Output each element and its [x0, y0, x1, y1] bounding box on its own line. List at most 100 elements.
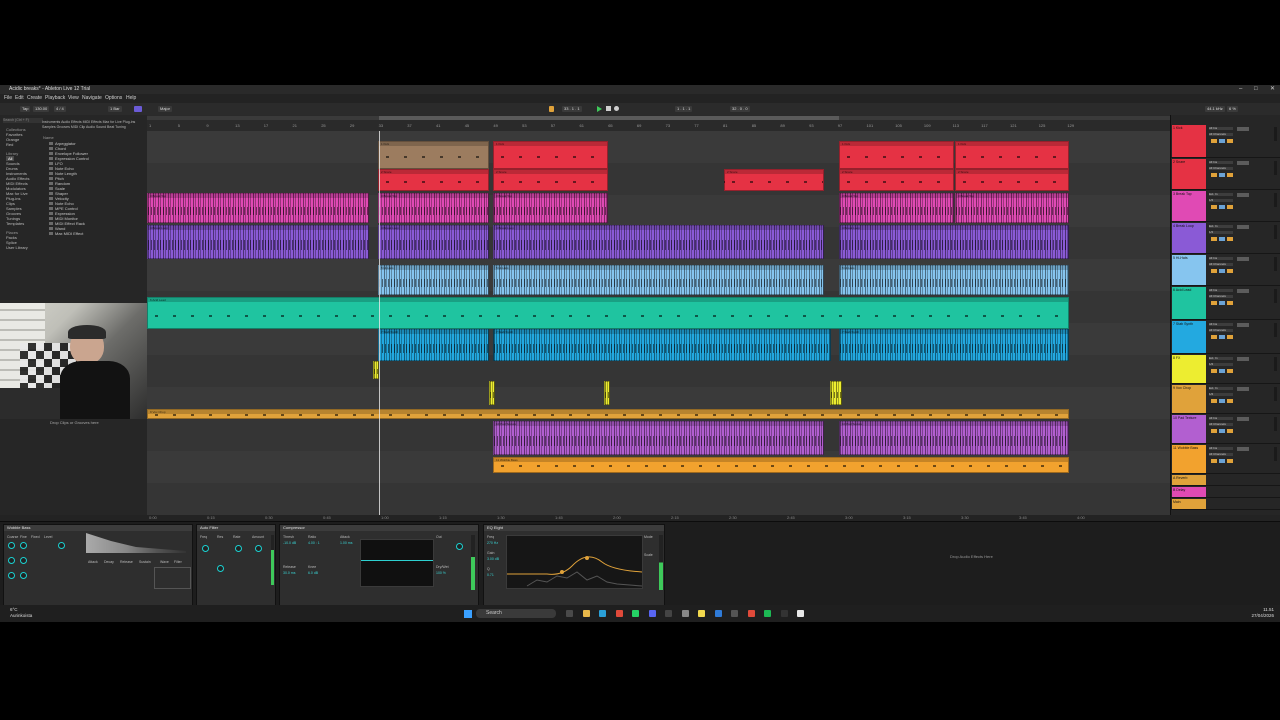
loop-start-field[interactable]: 1 . 1 . 1	[675, 106, 693, 112]
track-header[interactable]: 10 Pad Texture All Ins All Channels	[1171, 415, 1280, 444]
clip[interactable]: 4 Break Loop	[378, 225, 489, 259]
clip[interactable]: 10 Pad Texture	[839, 421, 1069, 455]
track-header[interactable]: 6 Acid Lead All Ins All Channels	[1171, 287, 1280, 320]
solo-button[interactable]	[1219, 399, 1225, 403]
clip[interactable]: 5 Hi-Hats	[378, 265, 489, 295]
track-name[interactable]: 4 Break Loop	[1172, 223, 1206, 253]
minimize-button[interactable]: –	[1239, 85, 1242, 94]
input-channel-menu[interactable]: 1/2	[1209, 363, 1233, 366]
browser-subtab-tuning[interactable]: Tuning	[115, 125, 126, 129]
volume-field[interactable]	[1237, 127, 1249, 131]
device-eq-eight[interactable]: EQ Eight Freq 270 Hz Gain 3.00 dB Q 0.71…	[483, 524, 665, 606]
input-type-menu[interactable]: All Ins	[1209, 161, 1233, 164]
input-channel-menu[interactable]: 1/2	[1209, 199, 1233, 202]
category-templates[interactable]: Templates	[6, 221, 24, 226]
terminal-icon[interactable]	[780, 610, 788, 617]
browser-tab-plugins[interactable]: Plug-ins	[123, 120, 136, 124]
place-user-library[interactable]: User Library	[6, 245, 28, 250]
track-header[interactable]: 5 Hi-Hats All Ins All Channels	[1171, 255, 1280, 286]
arm-button[interactable]	[1227, 429, 1233, 433]
rate-knob[interactable]	[235, 545, 242, 552]
browser-item[interactable]: Max MIDI Effect	[55, 231, 83, 236]
input-type-menu[interactable]: All Ins	[1209, 289, 1233, 292]
arm-button[interactable]	[1227, 459, 1233, 463]
arm-button[interactable]	[1227, 335, 1233, 339]
track-header[interactable]: 1 Kick All Ins All Channels	[1171, 125, 1280, 158]
input-channel-menu[interactable]: All Channels	[1209, 167, 1233, 170]
browser-tab-audio-effects[interactable]: Audio Effects	[61, 120, 82, 124]
stop-icon[interactable]	[606, 106, 611, 111]
clip[interactable]: 2 Snare	[378, 169, 489, 191]
loop-length-field[interactable]: 32 . 0 . 0	[730, 106, 750, 112]
volume-field[interactable]	[1237, 447, 1249, 451]
coarse-knob-2[interactable]	[8, 557, 15, 564]
arm-button[interactable]	[1227, 205, 1233, 209]
clip[interactable]: 1 Kick	[839, 141, 954, 169]
track-header[interactable]: A Reverb	[1171, 475, 1280, 486]
file-explorer-icon[interactable]	[582, 610, 590, 617]
weather-widget[interactable]: 6°C Aurinkoista	[10, 607, 32, 619]
track-name[interactable]: B Delay	[1172, 487, 1206, 497]
clip[interactable]: 4 Break Loop	[839, 225, 1069, 259]
eq-band-point[interactable]	[585, 556, 589, 560]
obs-icon[interactable]	[665, 610, 672, 617]
compressor-display[interactable]	[360, 539, 434, 587]
eq-display[interactable]	[506, 535, 643, 589]
track-activator-button[interactable]	[1211, 139, 1217, 143]
track-activator-button[interactable]	[1211, 301, 1217, 305]
device-compressor[interactable]: Compressor Thresh Ratio Attack Release K…	[279, 524, 479, 606]
track-name[interactable]: 9 Vox Chop	[1172, 385, 1206, 413]
track-activator-button[interactable]	[1211, 429, 1217, 433]
volume-field[interactable]	[1237, 161, 1249, 165]
input-channel-menu[interactable]: All Channels	[1209, 295, 1233, 298]
solo-button[interactable]	[1219, 173, 1225, 177]
browser-subtab-sound[interactable]: Sound	[96, 125, 106, 129]
solo-button[interactable]	[1219, 335, 1225, 339]
attack-value[interactable]: 1.00 ms	[340, 541, 352, 545]
photos-icon[interactable]	[714, 610, 722, 617]
dry-wet-value[interactable]: 100 %	[436, 571, 446, 575]
track-header[interactable]: 11 Wobble Bass All Ins All Channels	[1171, 445, 1280, 474]
clip[interactable]: 3 Break Top	[955, 193, 1069, 223]
track-name[interactable]: 8 FX	[1172, 355, 1206, 383]
menu-edit[interactable]: Edit	[15, 95, 24, 101]
track-name[interactable]: 7 Stab Synth	[1172, 321, 1206, 353]
browser-tab-max-for-live[interactable]: Max for Live	[103, 120, 122, 124]
solo-button[interactable]	[1219, 205, 1225, 209]
browser-subtab-samples[interactable]: Samples	[42, 125, 56, 129]
input-channel-menu[interactable]: All Channels	[1209, 453, 1233, 456]
clip[interactable]	[830, 381, 842, 405]
browser-subtab-midi-clip[interactable]: MIDI Clip	[71, 125, 85, 129]
clip[interactable]: 7 Stab Synth	[493, 329, 831, 361]
track-name[interactable]: Main	[1172, 499, 1206, 509]
clip[interactable]: 6 Acid Lead	[147, 297, 1069, 329]
arrangement-ruler[interactable]: 1 5 9 13 17 21 25 29 33 37 41 45 49 53 57 61 65 69 73 77 81 8…	[147, 115, 1170, 132]
clip[interactable]: 1 Kick	[493, 141, 608, 169]
fine-knob[interactable]	[20, 542, 27, 549]
input-type-menu[interactable]: All Ins	[1209, 417, 1233, 420]
input-type-menu[interactable]: All Ins	[1209, 127, 1233, 130]
solo-button[interactable]	[1219, 139, 1225, 143]
clip[interactable]: 2 Snare	[839, 169, 954, 191]
clip[interactable]: 3 Break Top	[839, 193, 954, 223]
browser-tab-midi-effects[interactable]: MIDI Effects	[83, 120, 102, 124]
clip[interactable]: 3 Break Top	[147, 193, 369, 223]
close-button[interactable]: ✕	[1270, 85, 1275, 94]
arm-button[interactable]	[1227, 173, 1233, 177]
arm-button[interactable]	[1227, 237, 1233, 241]
release-value[interactable]: 30.0 ms	[283, 571, 295, 575]
solo-button[interactable]	[1219, 269, 1225, 273]
solo-button[interactable]	[1219, 459, 1225, 463]
overview-viewport[interactable]	[379, 116, 839, 120]
track-header[interactable]: B Delay	[1171, 487, 1280, 498]
input-channel-menu[interactable]: All Channels	[1209, 423, 1233, 426]
track-activator-button[interactable]	[1211, 335, 1217, 339]
input-channel-menu[interactable]: All Channels	[1209, 133, 1233, 136]
solo-button[interactable]	[1219, 369, 1225, 373]
input-channel-menu[interactable]: 1/2	[1209, 393, 1233, 396]
eq-freq-value[interactable]: 270 Hz	[487, 541, 498, 545]
eq-curve-svg[interactable]	[507, 536, 642, 588]
clip[interactable]: 7 Stab Synth	[839, 329, 1069, 361]
track-activator-button[interactable]	[1211, 205, 1217, 209]
input-type-menu[interactable]: Ext. In	[1209, 357, 1233, 360]
